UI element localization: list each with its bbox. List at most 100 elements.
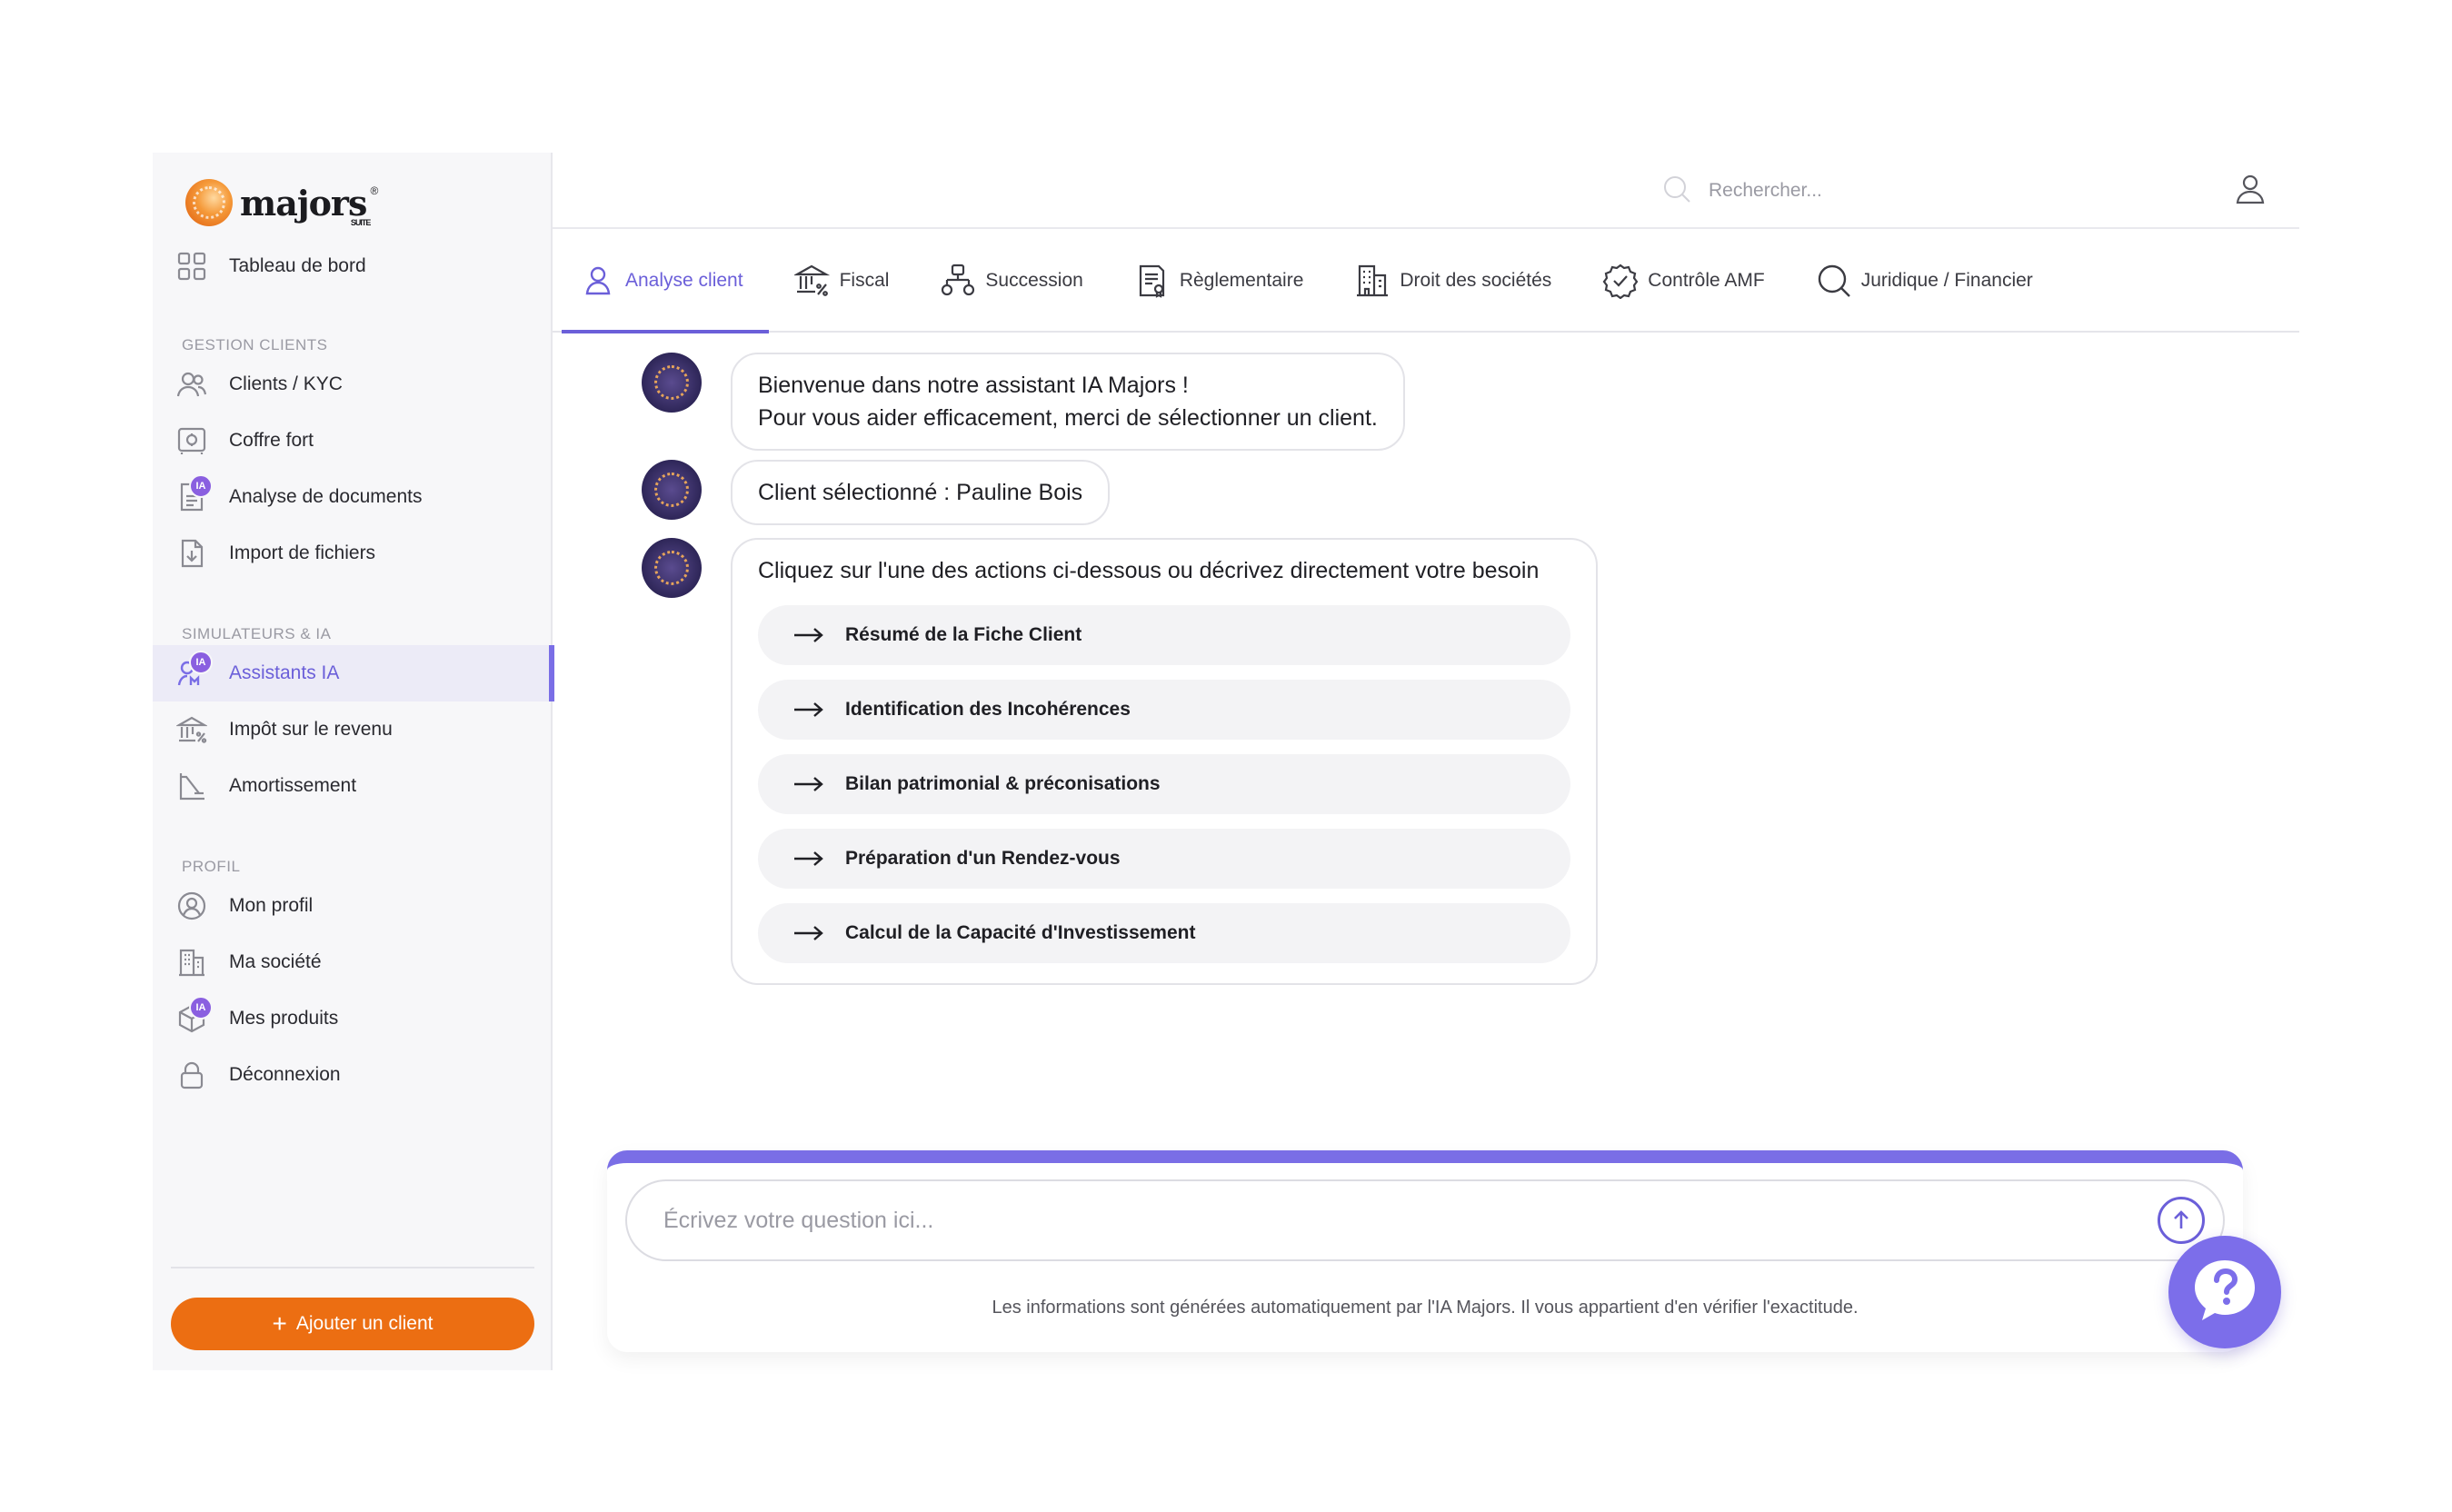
sidebar-item-my-company[interactable]: Ma société: [153, 934, 553, 990]
file-import-icon: [176, 538, 207, 569]
assistant-ia-icon: IA: [176, 651, 213, 689]
assistant-message: Cliquez sur l'une des actions ci-dessous…: [642, 538, 1598, 985]
users-icon: [176, 369, 207, 400]
help-button[interactable]: [2168, 1236, 2281, 1348]
tab-label: Analyse client: [625, 270, 743, 291]
top-bar: [553, 153, 2299, 229]
assistant-avatar: [642, 460, 702, 520]
assistant-tabs: Analyse client Fiscal Succession Règleme…: [553, 231, 2299, 333]
message-line: Bienvenue dans notre assistant IA Majors…: [758, 373, 1189, 398]
chat-thread: Bienvenue dans notre assistant IA Majors…: [553, 334, 2299, 1152]
message-bubble: Cliquez sur l'une des actions ci-dessous…: [731, 538, 1598, 985]
office-building-icon: [1357, 264, 1389, 297]
tab-succession[interactable]: Succession: [940, 230, 1083, 332]
sidebar-item-clients[interactable]: Clients / KYC: [153, 356, 553, 413]
assistant-message: Client sélectionné : Pauline Bois: [642, 460, 1111, 525]
search-input[interactable]: [1709, 180, 2145, 202]
arrow-right-icon: [794, 702, 823, 717]
quick-action-button[interactable]: Résumé de la Fiche Client: [758, 605, 1570, 665]
message-line: Client sélectionné : Pauline Bois: [758, 480, 1083, 505]
sidebar-item-label: Déconnexion: [229, 1064, 341, 1085]
quick-action-label: Préparation d'un Rendez-vous: [845, 848, 1121, 869]
sidebar-item-amortization[interactable]: Amortissement: [153, 758, 553, 814]
quick-action-button[interactable]: Bilan patrimonial & préconisations: [758, 754, 1570, 814]
sidebar-item-document-analysis[interactable]: IA Analyse de documents: [153, 469, 553, 525]
send-button[interactable]: [2158, 1197, 2205, 1244]
ia-badge: IA: [189, 474, 213, 498]
brand-logo[interactable]: majors ® SUITE: [185, 171, 378, 234]
tab-legal-financial[interactable]: Juridique / Financier: [1816, 230, 2033, 332]
assistant-avatar: [642, 538, 702, 598]
quick-action-label: Identification des Incohérences: [845, 699, 1131, 720]
sidebar-item-my-products[interactable]: IA Mes produits: [153, 990, 553, 1047]
plus-icon: +: [272, 1309, 287, 1338]
question-input[interactable]: [663, 1207, 2158, 1234]
family-tree-icon: [942, 264, 975, 296]
sidebar-item-dashboard[interactable]: Tableau de bord: [153, 238, 553, 294]
tab-company-law[interactable]: Droit des sociétés: [1354, 230, 1551, 332]
verified-badge-icon: [1602, 264, 1639, 299]
document-ia-icon: IA: [176, 474, 213, 512]
sidebar-item-label: Amortissement: [229, 775, 357, 796]
sidebar: majors ® SUITE Tableau de bord GESTION C…: [153, 153, 554, 1370]
tab-client-analysis[interactable]: Analyse client: [562, 230, 769, 333]
ai-disclaimer: Les informations sont générées automatiq…: [992, 1298, 1859, 1318]
brand-registered: ®: [370, 184, 379, 197]
add-client-label: Ajouter un client: [295, 1313, 434, 1334]
magnifier-icon: [1818, 264, 1850, 297]
tab-regulatory[interactable]: Règlementaire: [1134, 230, 1304, 332]
sidebar-item-label: Assistants IA: [229, 662, 340, 683]
tab-amf-control[interactable]: Contrôle AMF: [1602, 230, 1765, 332]
sidebar-item-safe[interactable]: Coffre fort: [153, 413, 553, 469]
section-title-profile: PROFIL: [182, 858, 241, 875]
arrow-right-icon: [794, 851, 823, 866]
tab-label: Succession: [985, 270, 1083, 291]
search-bar[interactable]: [1661, 171, 2170, 211]
brand-name: majors: [240, 182, 367, 224]
sidebar-item-logout[interactable]: Déconnexion: [153, 1047, 553, 1103]
safe-icon: [176, 425, 207, 456]
tab-label: Règlementaire: [1179, 270, 1304, 291]
profile-circle-icon: [176, 890, 207, 921]
add-client-button[interactable]: + Ajouter un client: [171, 1298, 534, 1350]
tab-label: Droit des sociétés: [1400, 270, 1552, 291]
quick-action-label: Résumé de la Fiche Client: [845, 624, 1082, 645]
tax-bank-icon: [174, 714, 209, 745]
quick-action-button[interactable]: Identification des Incohérences: [758, 680, 1570, 740]
user-icon: [2236, 174, 2265, 204]
quick-action-button[interactable]: Calcul de la Capacité d'Investissement: [758, 903, 1570, 963]
ia-badge: IA: [189, 996, 213, 1020]
quick-action-label: Bilan patrimonial & préconisations: [845, 773, 1161, 794]
arrow-right-icon: [794, 628, 823, 642]
sidebar-item-income-tax[interactable]: Impôt sur le revenu: [153, 701, 553, 758]
chart-axis-icon: [176, 771, 207, 801]
quick-action-label: Calcul de la Capacité d'Investissement: [845, 922, 1196, 943]
sidebar-item-ai-assistants[interactable]: IA Assistants IA: [153, 645, 554, 701]
arrow-right-icon: [794, 777, 823, 791]
sidebar-item-label: Ma société: [229, 951, 322, 972]
sidebar-item-label: Impôt sur le revenu: [229, 719, 393, 740]
sidebar-item-label: Analyse de documents: [229, 486, 423, 507]
sidebar-item-file-import[interactable]: Import de fichiers: [153, 525, 553, 582]
quick-action-button[interactable]: Préparation d'un Rendez-vous: [758, 829, 1570, 889]
sidebar-item-label: Coffre fort: [229, 430, 314, 451]
question-field[interactable]: [625, 1179, 2225, 1261]
sidebar-item-label: Import de fichiers: [229, 542, 376, 563]
tab-fiscal[interactable]: Fiscal: [793, 230, 889, 332]
sidebar-item-my-profile[interactable]: Mon profil: [153, 878, 553, 934]
assistant-avatar: [642, 353, 702, 413]
tab-label: Contrôle AMF: [1648, 270, 1765, 291]
message-bubble: Client sélectionné : Pauline Bois: [731, 460, 1111, 525]
building-icon: [176, 947, 207, 978]
sidebar-item-label: Clients / KYC: [229, 373, 343, 394]
message-line: Cliquez sur l'une des actions ci-dessous…: [758, 558, 1540, 583]
user-account-button[interactable]: [2230, 169, 2270, 209]
ia-badge: IA: [189, 651, 213, 674]
arrow-up-icon: [2174, 1210, 2188, 1228]
grid-icon: [176, 251, 207, 282]
search-icon: [1661, 174, 1692, 209]
sidebar-item-label: Tableau de bord: [229, 255, 366, 276]
box-ia-icon: IA: [176, 996, 213, 1034]
sidebar-item-label: Mes produits: [229, 1008, 339, 1029]
message-line: Pour vous aider efficacement, merci de s…: [758, 405, 1378, 431]
